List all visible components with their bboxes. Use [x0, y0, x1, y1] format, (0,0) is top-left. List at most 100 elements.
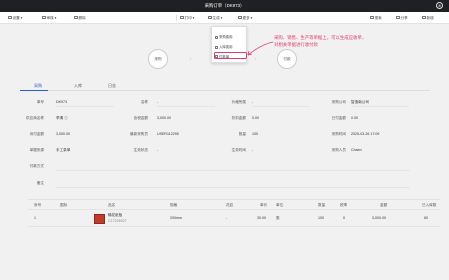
field-underline	[252, 106, 310, 107]
toolbar: 设置 ▾ 审核 ▾ 删除 打印 ▾ 生成 ▾ 更多 ▾ 搜索 分享 新增	[0, 12, 449, 24]
field-value[interactable]: Chaen	[351, 148, 362, 152]
info-icon: ⓘ	[64, 116, 68, 120]
table-header: 单位	[276, 203, 284, 207]
share-button[interactable]: 分享	[396, 16, 408, 21]
row-pattern: -	[226, 216, 228, 220]
close-icon[interactable]: ⊗	[436, 2, 443, 9]
table-header: 序号	[34, 203, 42, 207]
chevron-right-icon: ›	[190, 56, 192, 61]
field-value[interactable]: 手工录单	[56, 148, 70, 153]
field-value[interactable]: 0.00	[252, 116, 259, 120]
toolbar-divider	[176, 15, 177, 21]
row-amount: 3,000.00	[372, 216, 386, 220]
document-icon	[215, 35, 218, 39]
field-label: 备注	[36, 181, 44, 185]
field-label: 采购人员	[331, 148, 346, 152]
tab-bar: 采购 入库 日志	[20, 82, 430, 91]
share-icon	[396, 15, 400, 20]
field-label: 生效状态	[133, 148, 148, 152]
table-divider	[28, 209, 440, 210]
check-icon	[42, 15, 46, 20]
print-button[interactable]: 打印 ▾	[180, 16, 195, 21]
approve-button[interactable]: 审核 ▾	[42, 16, 57, 21]
field-value[interactable]: -	[157, 148, 158, 152]
generate-icon	[208, 15, 212, 20]
row-received: 60	[424, 216, 428, 220]
table-header: 品名	[108, 203, 116, 207]
table-divider	[28, 199, 440, 200]
row-price: 30.00	[257, 216, 266, 220]
field-label: 待付金额	[29, 132, 44, 136]
field-underline	[56, 106, 114, 107]
dropdown-item-purchase-fee[interactable]: 采购费用	[215, 34, 233, 39]
field-value[interactable]: DK973	[56, 100, 67, 104]
field-underline	[56, 187, 410, 188]
field-value[interactable]: 智造南公司	[351, 100, 369, 105]
active-tab-indicator	[20, 89, 48, 91]
table-header: 税率	[340, 203, 348, 207]
field-label: 单据来源	[29, 148, 44, 152]
table-divider	[28, 226, 440, 227]
field-label: 名称	[140, 100, 148, 104]
tab-log[interactable]: 日志	[108, 83, 116, 89]
field-value[interactable]: 李清 ⓘ	[56, 116, 68, 121]
window-titlebar: 采购订单（DK973） ⊗	[0, 0, 449, 12]
field-value[interactable]: USER112295	[157, 132, 179, 136]
more-icon	[238, 15, 242, 20]
gear-icon	[8, 15, 12, 20]
table-header: 金额	[380, 203, 388, 207]
field-label: 单号	[36, 100, 44, 104]
field-label: 最新采购员	[130, 132, 148, 136]
product-thumbnail[interactable]	[94, 214, 105, 224]
flow-node-payment[interactable]: 付款	[277, 49, 297, 69]
flow-node-purchase[interactable]: 采购	[148, 49, 168, 69]
field-value[interactable]: 100	[252, 132, 258, 136]
field-label: 含税金额	[133, 116, 148, 120]
tab-inbound[interactable]: 入库	[74, 83, 82, 89]
row-code: C17226927	[108, 219, 127, 223]
field-underline	[157, 106, 215, 107]
settings-button[interactable]: 设置 ▾	[8, 16, 23, 21]
field-underline	[351, 106, 409, 107]
row-name[interactable]: 输花纸板	[108, 213, 122, 218]
table-header: 数量	[318, 203, 326, 207]
search-button[interactable]: 搜索	[370, 16, 382, 21]
row-tax: 0	[343, 216, 345, 220]
field-label: 已付金额	[331, 116, 346, 120]
field-value[interactable]: 2025-03-26 17:09	[351, 132, 379, 136]
table-header: 已入库数	[422, 203, 437, 207]
table-header: 图标	[60, 203, 68, 207]
field-label: 生效时间	[231, 148, 246, 152]
field-value[interactable]: -	[252, 148, 253, 152]
dropdown-item-inbound-fee[interactable]: 入库费用	[215, 44, 233, 49]
delete-button[interactable]: 删除	[74, 16, 86, 21]
field-value[interactable]: 3,000.00	[56, 132, 70, 136]
field-value[interactable]: -	[252, 100, 253, 104]
field-label: 供应商名称	[26, 116, 44, 120]
row-index: 1	[34, 216, 36, 220]
table-header: 花纹	[226, 203, 234, 207]
annotation-arrow	[247, 41, 274, 56]
field-label: 付款方式	[29, 164, 44, 168]
field-label: 采购公司	[331, 100, 346, 104]
tab-purchase[interactable]: 采购	[34, 83, 42, 89]
row-qty: 100	[318, 216, 324, 220]
annotation-text: 采购、销售、生产等单据上，可以生成应收单， 对相关单据进行收付款	[274, 35, 367, 47]
field-label: 数量	[238, 132, 246, 136]
row-spec: 200mm	[170, 216, 182, 220]
table-header: 规格	[170, 203, 178, 207]
row-unit: 张	[276, 216, 280, 220]
field-label: 采购时间	[331, 132, 346, 136]
more-button[interactable]: 更多 ▾	[238, 16, 253, 21]
printer-icon	[180, 15, 184, 20]
field-value[interactable]: 0.00	[351, 116, 358, 120]
window-title: 采购订单（DK973）	[204, 3, 245, 8]
trash-icon	[74, 15, 78, 20]
table-header: 单价	[260, 203, 268, 207]
generate-button[interactable]: 生成 ▾	[208, 16, 223, 21]
new-button[interactable]: 新增	[422, 16, 434, 21]
field-label: 折扣金额	[231, 116, 246, 120]
plus-icon	[422, 15, 426, 20]
field-value[interactable]: -	[157, 100, 158, 104]
field-value[interactable]: 3,000.00	[157, 116, 171, 120]
